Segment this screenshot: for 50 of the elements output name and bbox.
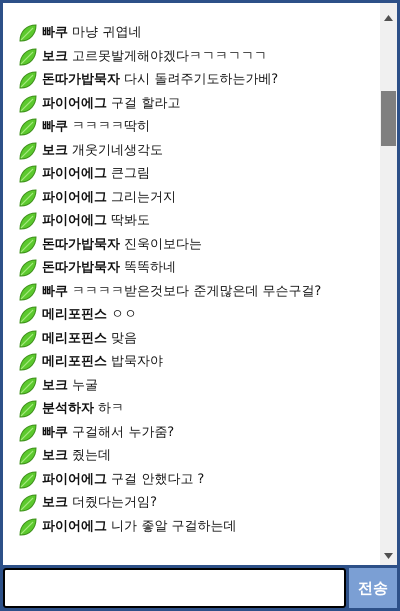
leaf-icon bbox=[18, 305, 38, 325]
send-button[interactable]: 전송 bbox=[349, 568, 397, 608]
chat-message: 파이어에그 구걸 할라고 bbox=[42, 94, 180, 113]
chat-message: 파이어에그 딱봐도 bbox=[42, 212, 150, 230]
chat-message: 돈따가밥묵자 다시 돌려주기도하는가베? bbox=[42, 71, 278, 90]
leaf-icon bbox=[18, 352, 38, 372]
chat-message: 빠쿠 ㅋㅋㅋㅋ받은것보다 준게많은데 무슨구걸? bbox=[42, 282, 322, 301]
leaf-icon bbox=[18, 376, 38, 396]
leaf-icon bbox=[18, 328, 38, 348]
leaf-icon bbox=[18, 470, 38, 490]
scroll-down-icon[interactable] bbox=[384, 553, 393, 559]
scrollbar-thumb[interactable] bbox=[381, 91, 396, 146]
chat-message: 메리포핀스 밥묵자야 bbox=[42, 353, 164, 372]
chat-message: 빠쿠 구걸해서 누가줌? bbox=[42, 424, 174, 442]
leaf-icon bbox=[18, 399, 38, 419]
chat-message: 파이어에그 큰그림 bbox=[42, 165, 150, 184]
chat-message: 파이어에그 니가 좋알 구걸하는데 bbox=[42, 518, 236, 536]
leaf-icon bbox=[18, 211, 38, 231]
leaf-icon bbox=[18, 493, 38, 513]
leaf-icon bbox=[18, 23, 38, 43]
leaf-icon bbox=[18, 516, 38, 536]
chat-message: 보크 고르못발게해야겠다ㅋㄱㅋㄱㄱㄱ bbox=[42, 48, 268, 66]
chat-message: 빠쿠 마냥 귀엽네 bbox=[42, 24, 142, 42]
chat-message: 분석하자 하ㅋ bbox=[42, 400, 124, 418]
scrollbar[interactable] bbox=[380, 3, 397, 565]
leaf-icon bbox=[18, 117, 38, 137]
leaf-icon bbox=[18, 234, 38, 254]
chat-message: 보크 줬는데 bbox=[42, 447, 112, 466]
chat-message: 보크 개웃기네생각도 bbox=[42, 142, 164, 160]
leaf-icon bbox=[18, 282, 38, 302]
leaf-icon bbox=[18, 70, 38, 90]
chat-message: 메리포핀스 맞음 bbox=[42, 330, 138, 348]
leaf-icon bbox=[18, 422, 38, 442]
chat-message: 돈따가밥묵자 똑똑하네 bbox=[42, 259, 176, 278]
scroll-up-icon[interactable] bbox=[384, 15, 393, 21]
chat-message: 파이어에그 구걸 안했다고 ? bbox=[42, 470, 204, 489]
message-input[interactable] bbox=[3, 568, 346, 608]
leaf-icon bbox=[18, 164, 38, 184]
chat-message: 보크 더줬다는거임? bbox=[42, 494, 158, 512]
chat-message: 돈따가밥묵자 진욱이보다는 bbox=[42, 236, 202, 254]
chat-message: 메리포핀스 ㅇㅇ bbox=[42, 306, 138, 324]
leaf-icon bbox=[18, 46, 38, 66]
leaf-icon bbox=[18, 94, 38, 114]
leaf-icon bbox=[18, 258, 38, 278]
chat-message: 보크 누굴 bbox=[42, 376, 98, 395]
leaf-icon bbox=[18, 446, 38, 466]
leaf-icon bbox=[18, 140, 38, 160]
chat-message: 파이어에그 그리는거지 bbox=[42, 188, 176, 207]
chat-message: 빠쿠 ㅋㅋㅋㅋ딱히 bbox=[42, 118, 150, 136]
leaf-icon bbox=[18, 188, 38, 208]
